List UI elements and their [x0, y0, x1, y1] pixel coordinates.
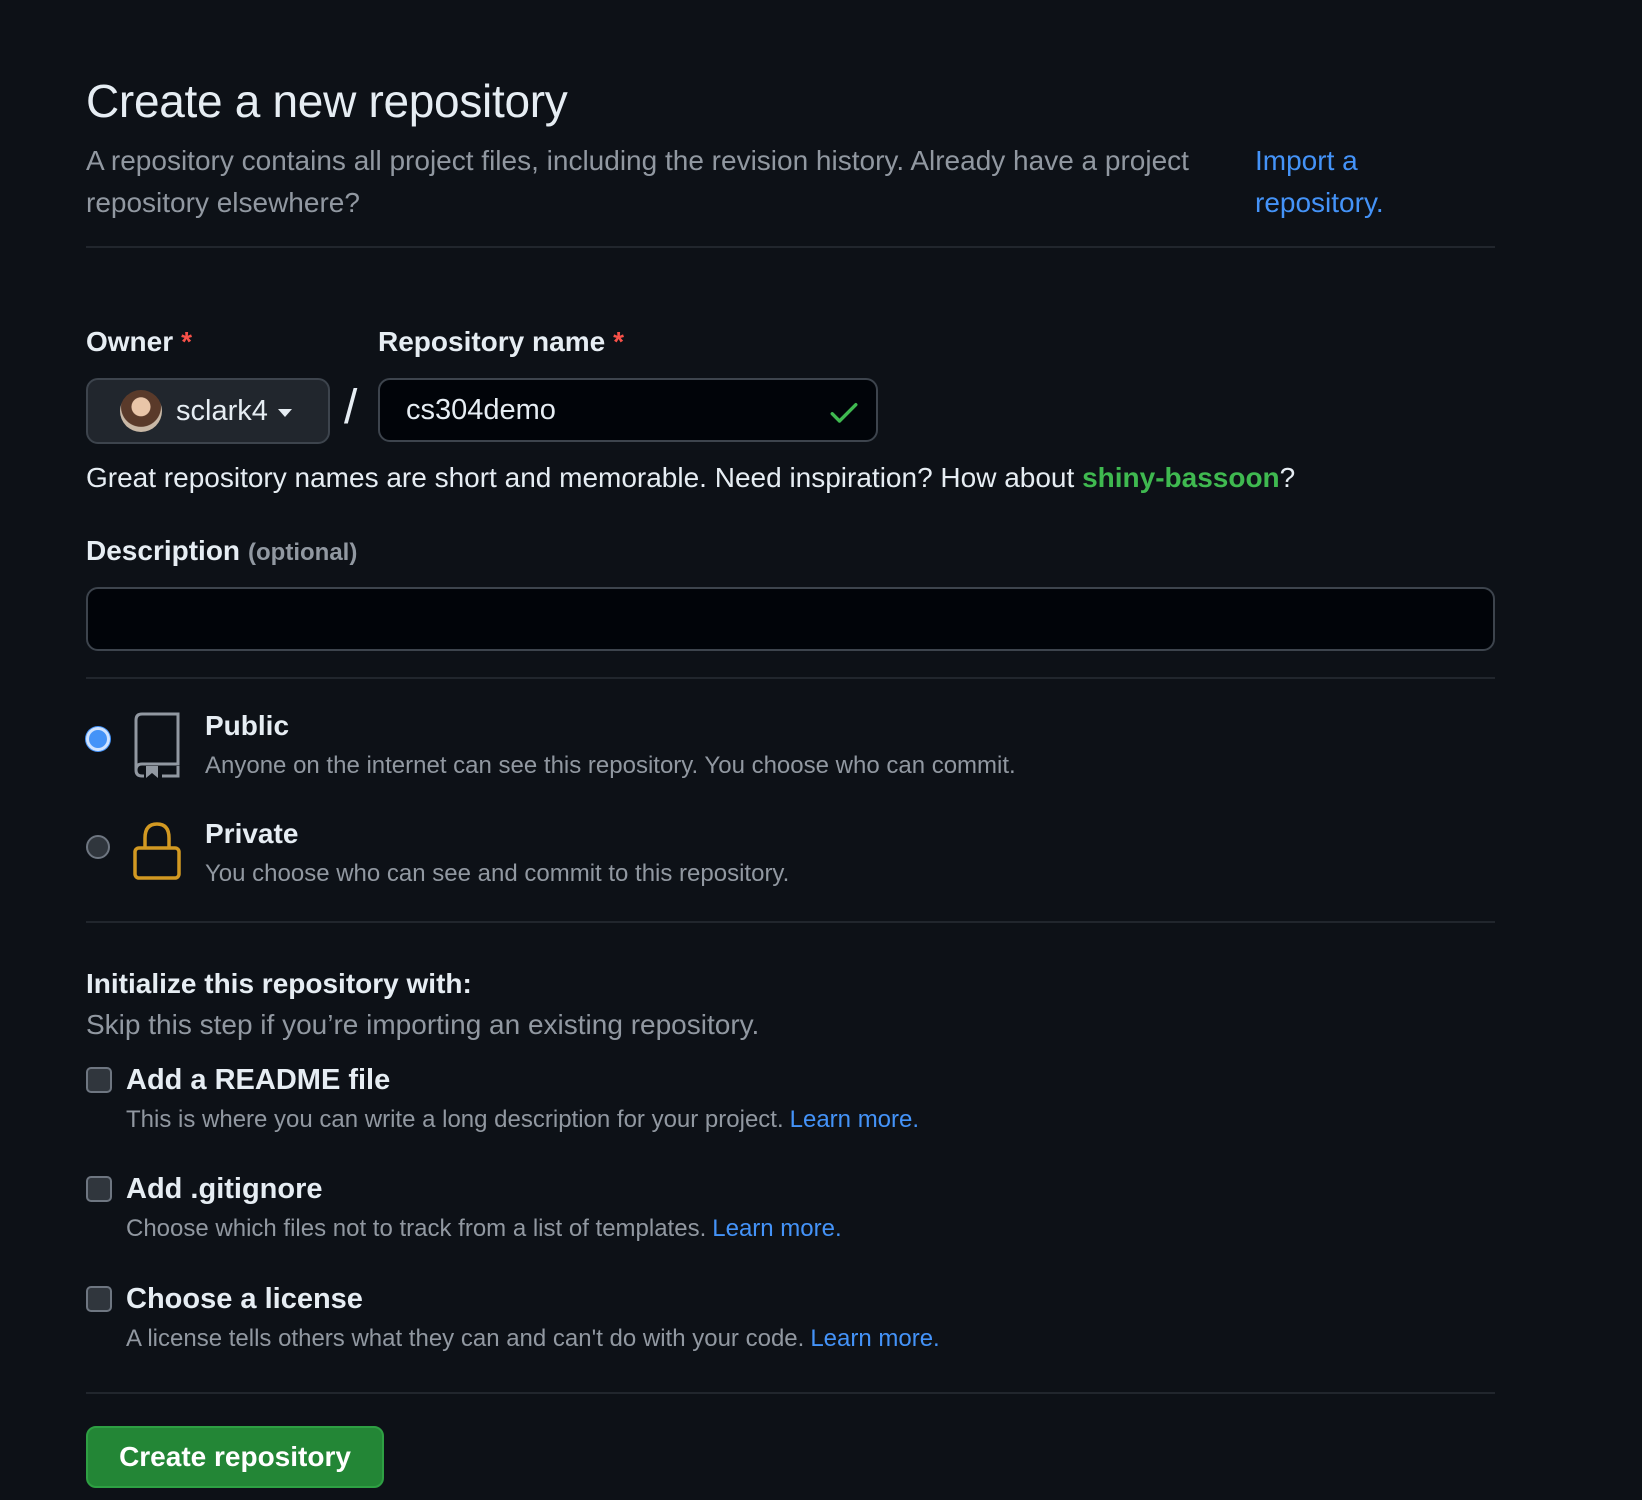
private-description: You choose who can see and commit to thi… [205, 860, 790, 887]
owner-required-mark: * [181, 326, 193, 357]
license-title: Choose a license [126, 1283, 363, 1315]
readme-description: This is where you can write a long descr… [126, 1106, 919, 1134]
repo-name-hint: Great repository names are short and mem… [86, 462, 1295, 494]
public-radio[interactable] [86, 727, 110, 751]
initialize-title: Initialize this repository with: [86, 968, 472, 999]
description-label: Description (optional) [86, 535, 357, 567]
gitignore-learn-more-link[interactable]: Learn more. [712, 1215, 841, 1242]
avatar [120, 390, 162, 432]
lock-icon [133, 822, 181, 880]
owner-label-text: Owner [86, 326, 174, 357]
repo-name-input[interactable] [404, 392, 808, 428]
readme-description-text: This is where you can write a long descr… [126, 1106, 784, 1133]
create-repository-button[interactable]: Create repository [86, 1426, 384, 1488]
repo-icon [134, 712, 180, 778]
page-subtitle: A repository contains all project files,… [86, 145, 1189, 218]
license-description: A license tells others what they can and… [126, 1325, 940, 1353]
description-divider [86, 677, 1495, 679]
repo-name-label: Repository name * [378, 326, 624, 358]
page-title: Create a new repository [86, 75, 568, 127]
license-description-text: A license tells others what they can and… [126, 1325, 805, 1352]
readme-learn-more-link[interactable]: Learn more. [790, 1106, 919, 1133]
public-title: Public [205, 710, 290, 741]
subtitle-row: A repository contains all project files,… [86, 140, 1495, 224]
owner-repo-separator: / [344, 381, 358, 434]
gitignore-title: Add .gitignore [126, 1173, 323, 1205]
chevron-down-icon [277, 409, 292, 417]
repo-name-label-text: Repository name [378, 326, 606, 357]
owner-name: sclark4 [176, 394, 268, 427]
hint-text: Great repository names are short and mem… [86, 462, 1083, 493]
license-learn-more-link[interactable]: Learn more. [810, 1325, 939, 1352]
gitignore-checkbox[interactable] [86, 1176, 112, 1202]
readme-title: Add a README file [126, 1064, 391, 1096]
private-radio[interactable] [86, 835, 110, 859]
header-divider [86, 246, 1495, 248]
repo-name-required-mark: * [613, 326, 625, 357]
check-icon [830, 403, 858, 423]
visibility-divider [86, 921, 1495, 923]
initialize-subtitle: Skip this step if you’re importing an ex… [86, 1009, 760, 1040]
description-input[interactable] [86, 587, 1495, 651]
public-description: Anyone on the internet can see this repo… [205, 752, 1016, 779]
repo-name-field[interactable] [378, 378, 878, 442]
private-title: Private [205, 818, 299, 849]
gitignore-description: Choose which files not to track from a l… [126, 1215, 842, 1243]
name-suggestion[interactable]: shiny-bassoon [1082, 462, 1280, 493]
import-repository-link[interactable]: Import a repository. [1255, 140, 1455, 224]
page-header: Create a new repository A repository con… [86, 70, 1495, 224]
hint-suffix: ? [1279, 462, 1296, 493]
description-label-text: Description [86, 535, 241, 566]
readme-checkbox[interactable] [86, 1067, 112, 1093]
owner-dropdown-button[interactable]: sclark4 [86, 378, 330, 444]
license-checkbox[interactable] [86, 1286, 112, 1312]
create-repo-page: Create a new repository A repository con… [0, 0, 1642, 1500]
initialize-divider [86, 1392, 1495, 1394]
gitignore-description-text: Choose which files not to track from a l… [126, 1215, 707, 1242]
owner-label: Owner * [86, 326, 192, 358]
optional-tag: (optional) [248, 539, 358, 566]
